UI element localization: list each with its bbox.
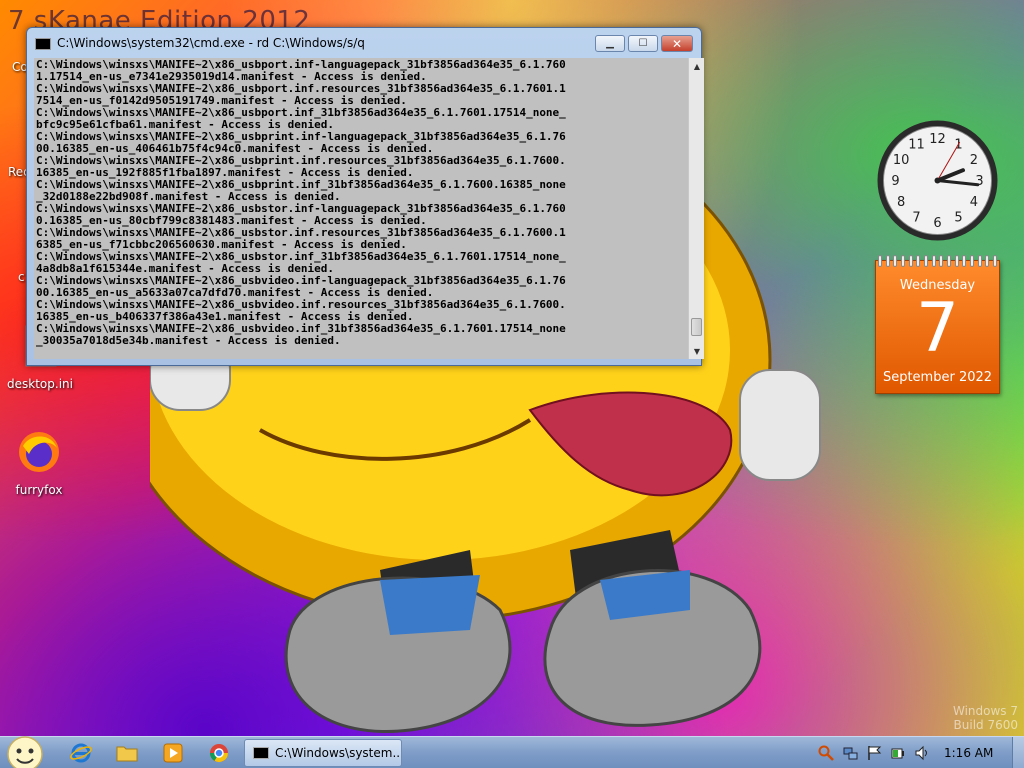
media-player-icon (163, 743, 183, 763)
maximize-icon: ☐ (638, 38, 648, 49)
watermark-line1: Windows 7 (952, 704, 1018, 718)
watermark-line2: Build 7600 (953, 718, 1018, 732)
taskbar: C:\Windows\system... 1:16 AM (0, 736, 1024, 768)
vertical-scrollbar[interactable]: ▲ ▼ (688, 58, 704, 359)
clock-numeral: 9 (891, 174, 899, 189)
cmd-window[interactable]: C:\Windows\system32\cmd.exe - rd C:\Wind… (26, 27, 704, 366)
console-line: _30035a7018d5e34b.manifest - Access is d… (36, 334, 341, 347)
window-title: C:\Windows\system32\cmd.exe - rd C:\Wind… (57, 36, 365, 50)
calendar-day: 7 (915, 289, 960, 368)
clock-numeral: 11 (908, 138, 925, 153)
tray-clock[interactable]: 1:16 AM (944, 746, 993, 760)
maximize-button[interactable]: ☐ (628, 35, 658, 52)
search-tray-icon[interactable] (818, 745, 834, 761)
cmd-app-icon (35, 38, 51, 50)
internet-explorer-icon (70, 743, 92, 763)
taskbar-chrome[interactable] (198, 740, 240, 766)
clock-numeral: 7 (912, 210, 920, 225)
desktop-icon-furryfox[interactable]: furryfox (1, 428, 77, 497)
taskbar-internet-explorer[interactable] (60, 740, 102, 766)
clock-numeral: 3 (975, 174, 983, 189)
console-output[interactable]: C:\Windows\winsxs\MANIFE~2\x86_usbport.i… (34, 58, 688, 359)
calendar-gadget[interactable]: Wednesday 7 September 2022 (875, 255, 1000, 394)
calendar-binding-rings (878, 255, 997, 267)
clock-numeral: 4 (970, 195, 978, 210)
folder-icon (116, 746, 138, 762)
desktop-icon-label: furryfox (15, 483, 63, 497)
taskbar-task-cmd[interactable]: C:\Windows\system... (244, 739, 402, 767)
clock-gadget[interactable]: 123456789101112 (875, 118, 1000, 243)
taskbar-explorer[interactable] (106, 740, 148, 766)
cmd-icon (253, 747, 269, 759)
minimize-icon: ▁ (606, 38, 614, 49)
clock-numeral: 2 (970, 153, 978, 168)
desktop-icon-label: desktop.ini (7, 377, 73, 391)
flag-icon[interactable] (866, 745, 882, 761)
show-desktop-button[interactable] (1012, 737, 1024, 768)
clock-numeral: 6 (933, 216, 941, 231)
desktop-icon-label-partial[interactable]: c (18, 270, 25, 284)
scroll-down-arrow-icon[interactable]: ▼ (689, 343, 705, 359)
start-orb[interactable] (4, 733, 46, 768)
scroll-up-arrow-icon[interactable]: ▲ (689, 58, 705, 74)
clock-numeral: 5 (954, 210, 962, 225)
clock-numeral: 10 (893, 153, 910, 168)
minimize-button[interactable]: ▁ (595, 35, 625, 52)
taskbar-media-player[interactable] (152, 740, 194, 766)
taskbar-task-label: C:\Windows\system... (275, 746, 402, 760)
window-titlebar[interactable]: C:\Windows\system32\cmd.exe - rd C:\Wind… (27, 28, 701, 59)
clock-numeral: 8 (897, 195, 905, 210)
windows-build-watermark: Windows 7 Build 7600 (953, 704, 1018, 732)
clock-numeral: 12 (929, 132, 946, 147)
chrome-icon (210, 744, 228, 763)
network-tray-icon[interactable] (842, 745, 858, 761)
close-button[interactable]: ✕ (661, 35, 693, 52)
power-icon[interactable] (890, 745, 906, 761)
calendar-month-year: September 2022 (882, 370, 993, 385)
firefox-icon (19, 432, 59, 472)
volume-icon[interactable] (914, 745, 930, 761)
close-icon: ✕ (671, 36, 683, 51)
scrollbar-thumb[interactable] (691, 318, 702, 336)
